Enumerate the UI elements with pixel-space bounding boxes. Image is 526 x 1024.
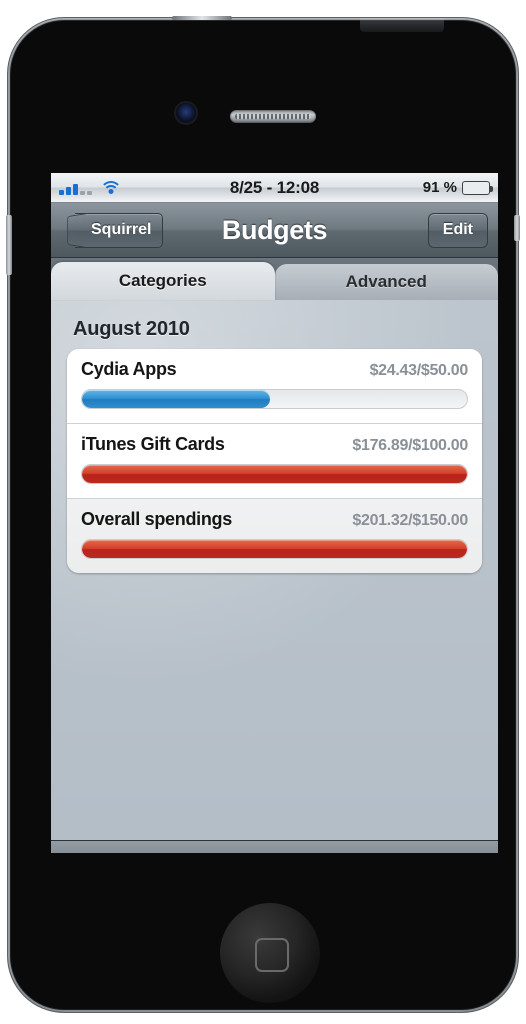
section-header-month: August 2010 [73, 318, 190, 340]
budget-progress-bar [82, 465, 467, 483]
budget-row-head: Cydia Apps $24.43/$50.00 [81, 359, 468, 380]
budget-amount: $176.89/$100.00 [352, 437, 468, 454]
phone-screen: 8/25 - 12:08 91 % Squirrel Budgets Edit … [51, 173, 498, 853]
budget-progress-bar [82, 390, 271, 408]
budget-progress-track [81, 539, 468, 559]
edit-button[interactable]: Edit [427, 212, 488, 248]
content-area: August 2010 Cydia Apps $24.43/$50.00 iTu… [51, 300, 498, 840]
budget-name: Overall spendings [81, 509, 232, 529]
device-body: 8/25 - 12:08 91 % Squirrel Budgets Edit … [8, 18, 518, 1012]
navigation-bar: Squirrel Budgets Edit [51, 203, 498, 258]
budget-progress-bar [82, 540, 467, 558]
budget-list-card: Cydia Apps $24.43/$50.00 iTunes Gift Car… [67, 349, 482, 573]
budget-amount: $201.32/$150.00 [352, 512, 468, 529]
tab-bar: Categories Advanced [51, 258, 498, 300]
top-cable [360, 18, 444, 32]
earpiece-speaker [230, 110, 316, 123]
iphone-device-mockup: 8/25 - 12:08 91 % Squirrel Budgets Edit … [0, 0, 526, 1024]
front-camera-icon [176, 103, 196, 123]
tab-categories[interactable]: Categories [51, 262, 275, 300]
antenna-band-top [172, 16, 232, 20]
battery-percent-label: 91 % [422, 179, 457, 196]
battery-icon [462, 180, 493, 195]
budget-progress-track [81, 464, 468, 484]
budget-amount: $24.43/$50.00 [369, 362, 469, 379]
home-button[interactable] [220, 903, 320, 1003]
status-bar: 8/25 - 12:08 91 % [51, 173, 498, 203]
back-button[interactable]: Squirrel [75, 212, 164, 248]
budget-progress-track [81, 389, 468, 409]
budget-row-head: iTunes Gift Cards $176.89/$100.00 [81, 434, 468, 455]
bottom-toolbar [51, 840, 498, 853]
side-button[interactable] [514, 215, 520, 241]
budget-row-head: Overall spendings $201.32/$150.00 [81, 509, 468, 530]
volume-buttons[interactable] [6, 215, 12, 275]
home-square-icon [255, 938, 289, 972]
budget-row[interactable]: Cydia Apps $24.43/$50.00 [67, 349, 482, 424]
budget-name: iTunes Gift Cards [81, 434, 225, 454]
budget-row[interactable]: Overall spendings $201.32/$150.00 [67, 499, 482, 573]
status-bar-right: 91 % [422, 179, 493, 196]
tab-advanced[interactable]: Advanced [274, 264, 498, 300]
budget-row[interactable]: iTunes Gift Cards $176.89/$100.00 [67, 424, 482, 499]
budget-name: Cydia Apps [81, 359, 177, 379]
